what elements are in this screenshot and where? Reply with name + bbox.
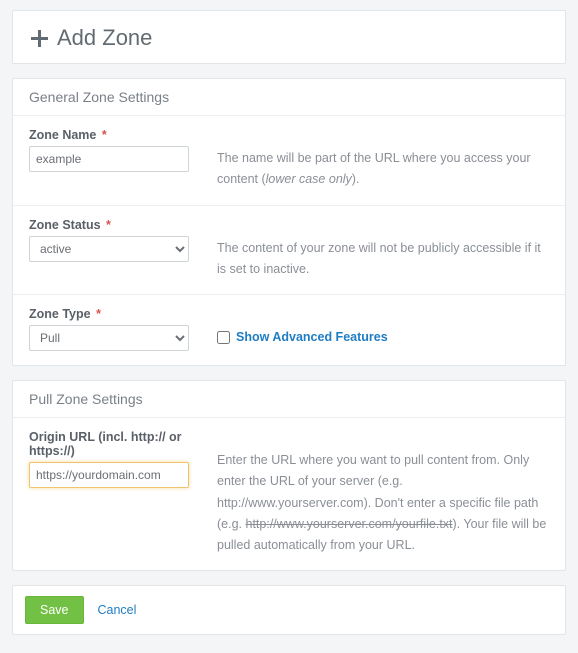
- zone-name-row: Zone Name * The name will be part of the…: [29, 128, 549, 191]
- zone-status-select[interactable]: active inactive: [29, 236, 189, 262]
- show-advanced-checkbox[interactable]: [217, 331, 230, 344]
- zone-name-input[interactable]: [29, 146, 189, 172]
- show-advanced-link[interactable]: Show Advanced Features: [236, 327, 388, 348]
- origin-url-input[interactable]: [29, 462, 189, 488]
- page-title-text: Add Zone: [57, 25, 152, 51]
- zone-status-label: Zone Status *: [29, 218, 199, 232]
- required-indicator: *: [102, 128, 107, 142]
- actions-bar: Save Cancel: [12, 585, 566, 635]
- plus-icon: [29, 28, 49, 48]
- zone-type-select[interactable]: Pull Push: [29, 325, 189, 351]
- origin-url-row: Origin URL (incl. http:// or https://) E…: [29, 430, 549, 556]
- divider: [13, 294, 565, 295]
- required-indicator: *: [106, 218, 111, 232]
- pull-zone-settings-header: Pull Zone Settings: [13, 381, 565, 418]
- general-zone-settings-panel: General Zone Settings Zone Name * The na…: [12, 78, 566, 366]
- zone-name-help: The name will be part of the URL where y…: [199, 128, 549, 191]
- page-title-panel: Add Zone: [12, 10, 566, 64]
- zone-status-help: The content of your zone will not be pub…: [199, 218, 549, 281]
- divider: [13, 205, 565, 206]
- page-title: Add Zone: [29, 25, 152, 51]
- general-zone-settings-header: General Zone Settings: [13, 79, 565, 116]
- pull-zone-settings-panel: Pull Zone Settings Origin URL (incl. htt…: [12, 380, 566, 571]
- save-button[interactable]: Save: [25, 596, 84, 624]
- cancel-link[interactable]: Cancel: [98, 603, 137, 617]
- required-indicator: *: [96, 307, 101, 321]
- origin-url-label: Origin URL (incl. http:// or https://): [29, 430, 199, 458]
- zone-type-label: Zone Type *: [29, 307, 199, 321]
- zone-status-row: Zone Status * active inactive The conten…: [29, 218, 549, 281]
- origin-url-help: Enter the URL where you want to pull con…: [199, 430, 549, 556]
- zone-name-label: Zone Name *: [29, 128, 199, 142]
- zone-type-row: Zone Type * Pull Push Show Advanced Feat…: [29, 307, 549, 351]
